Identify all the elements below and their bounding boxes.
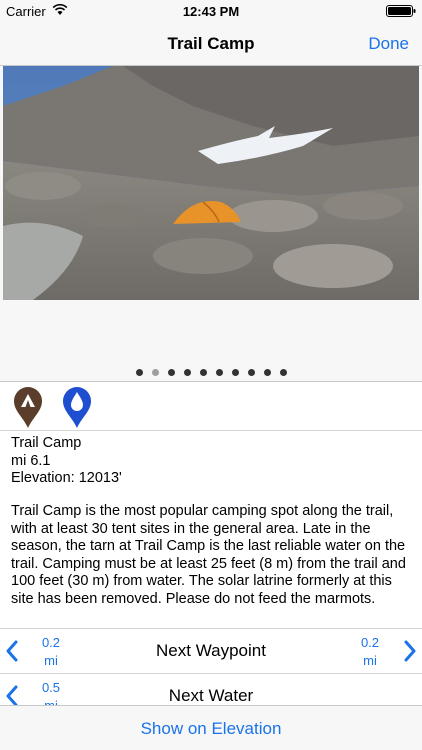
page-indicator[interactable] [0,369,422,376]
trail-camp-photo-image [3,66,419,300]
waypoint-name: Trail Camp [11,435,82,451]
page-dot[interactable] [151,369,159,376]
page-dot[interactable] [167,369,175,376]
page-title: Trail Camp [167,34,255,53]
battery-icon [386,5,416,17]
status-time: 12:43 PM [182,4,240,19]
waypoint-mile: mi 6.1 [11,452,51,469]
photo-gallery[interactable] [0,66,422,382]
waypoint-description: Trail Camp is the most popular camping s… [11,503,406,607]
page-dot[interactable] [279,369,287,376]
status-bar: Carrier 12:43 PM [0,0,422,22]
chevron-right-icon[interactable] [403,640,417,662]
page-dot[interactable] [199,369,207,376]
page-dot[interactable] [263,369,271,376]
page-dot[interactable] [215,369,223,376]
next-waypoint-distance[interactable]: 0.2 mi [355,634,385,670]
waypoint-info: Trail Camp mi 6.1 Elevation: 12013' [11,435,411,488]
trail-camp-photo[interactable] [3,66,419,300]
waypoint-elevation: Elevation: 12013' [11,470,122,486]
next-waypoint-distance-unit: mi [363,653,377,668]
water-marker-icon [63,387,91,428]
page-dot[interactable] [183,369,191,376]
page-dot[interactable] [247,369,255,376]
campsite-marker-icon [14,387,42,428]
done-button[interactable]: Done [368,34,409,54]
next-water-label: Next Water [168,686,254,705]
next-waypoint-row[interactable]: 0.2 mi Next Waypoint 0.2 mi [0,628,422,673]
page-dot[interactable] [231,369,239,376]
show-on-elevation-button[interactable]: Show on Elevation [0,719,422,739]
next-waypoint-distance-value: 0.2 [360,635,380,650]
page-dot[interactable] [135,369,143,376]
navigation-bar: Trail Camp Done [0,22,422,66]
marker-icon-row [0,382,422,431]
bottom-toolbar: Show on Elevation [0,705,422,750]
